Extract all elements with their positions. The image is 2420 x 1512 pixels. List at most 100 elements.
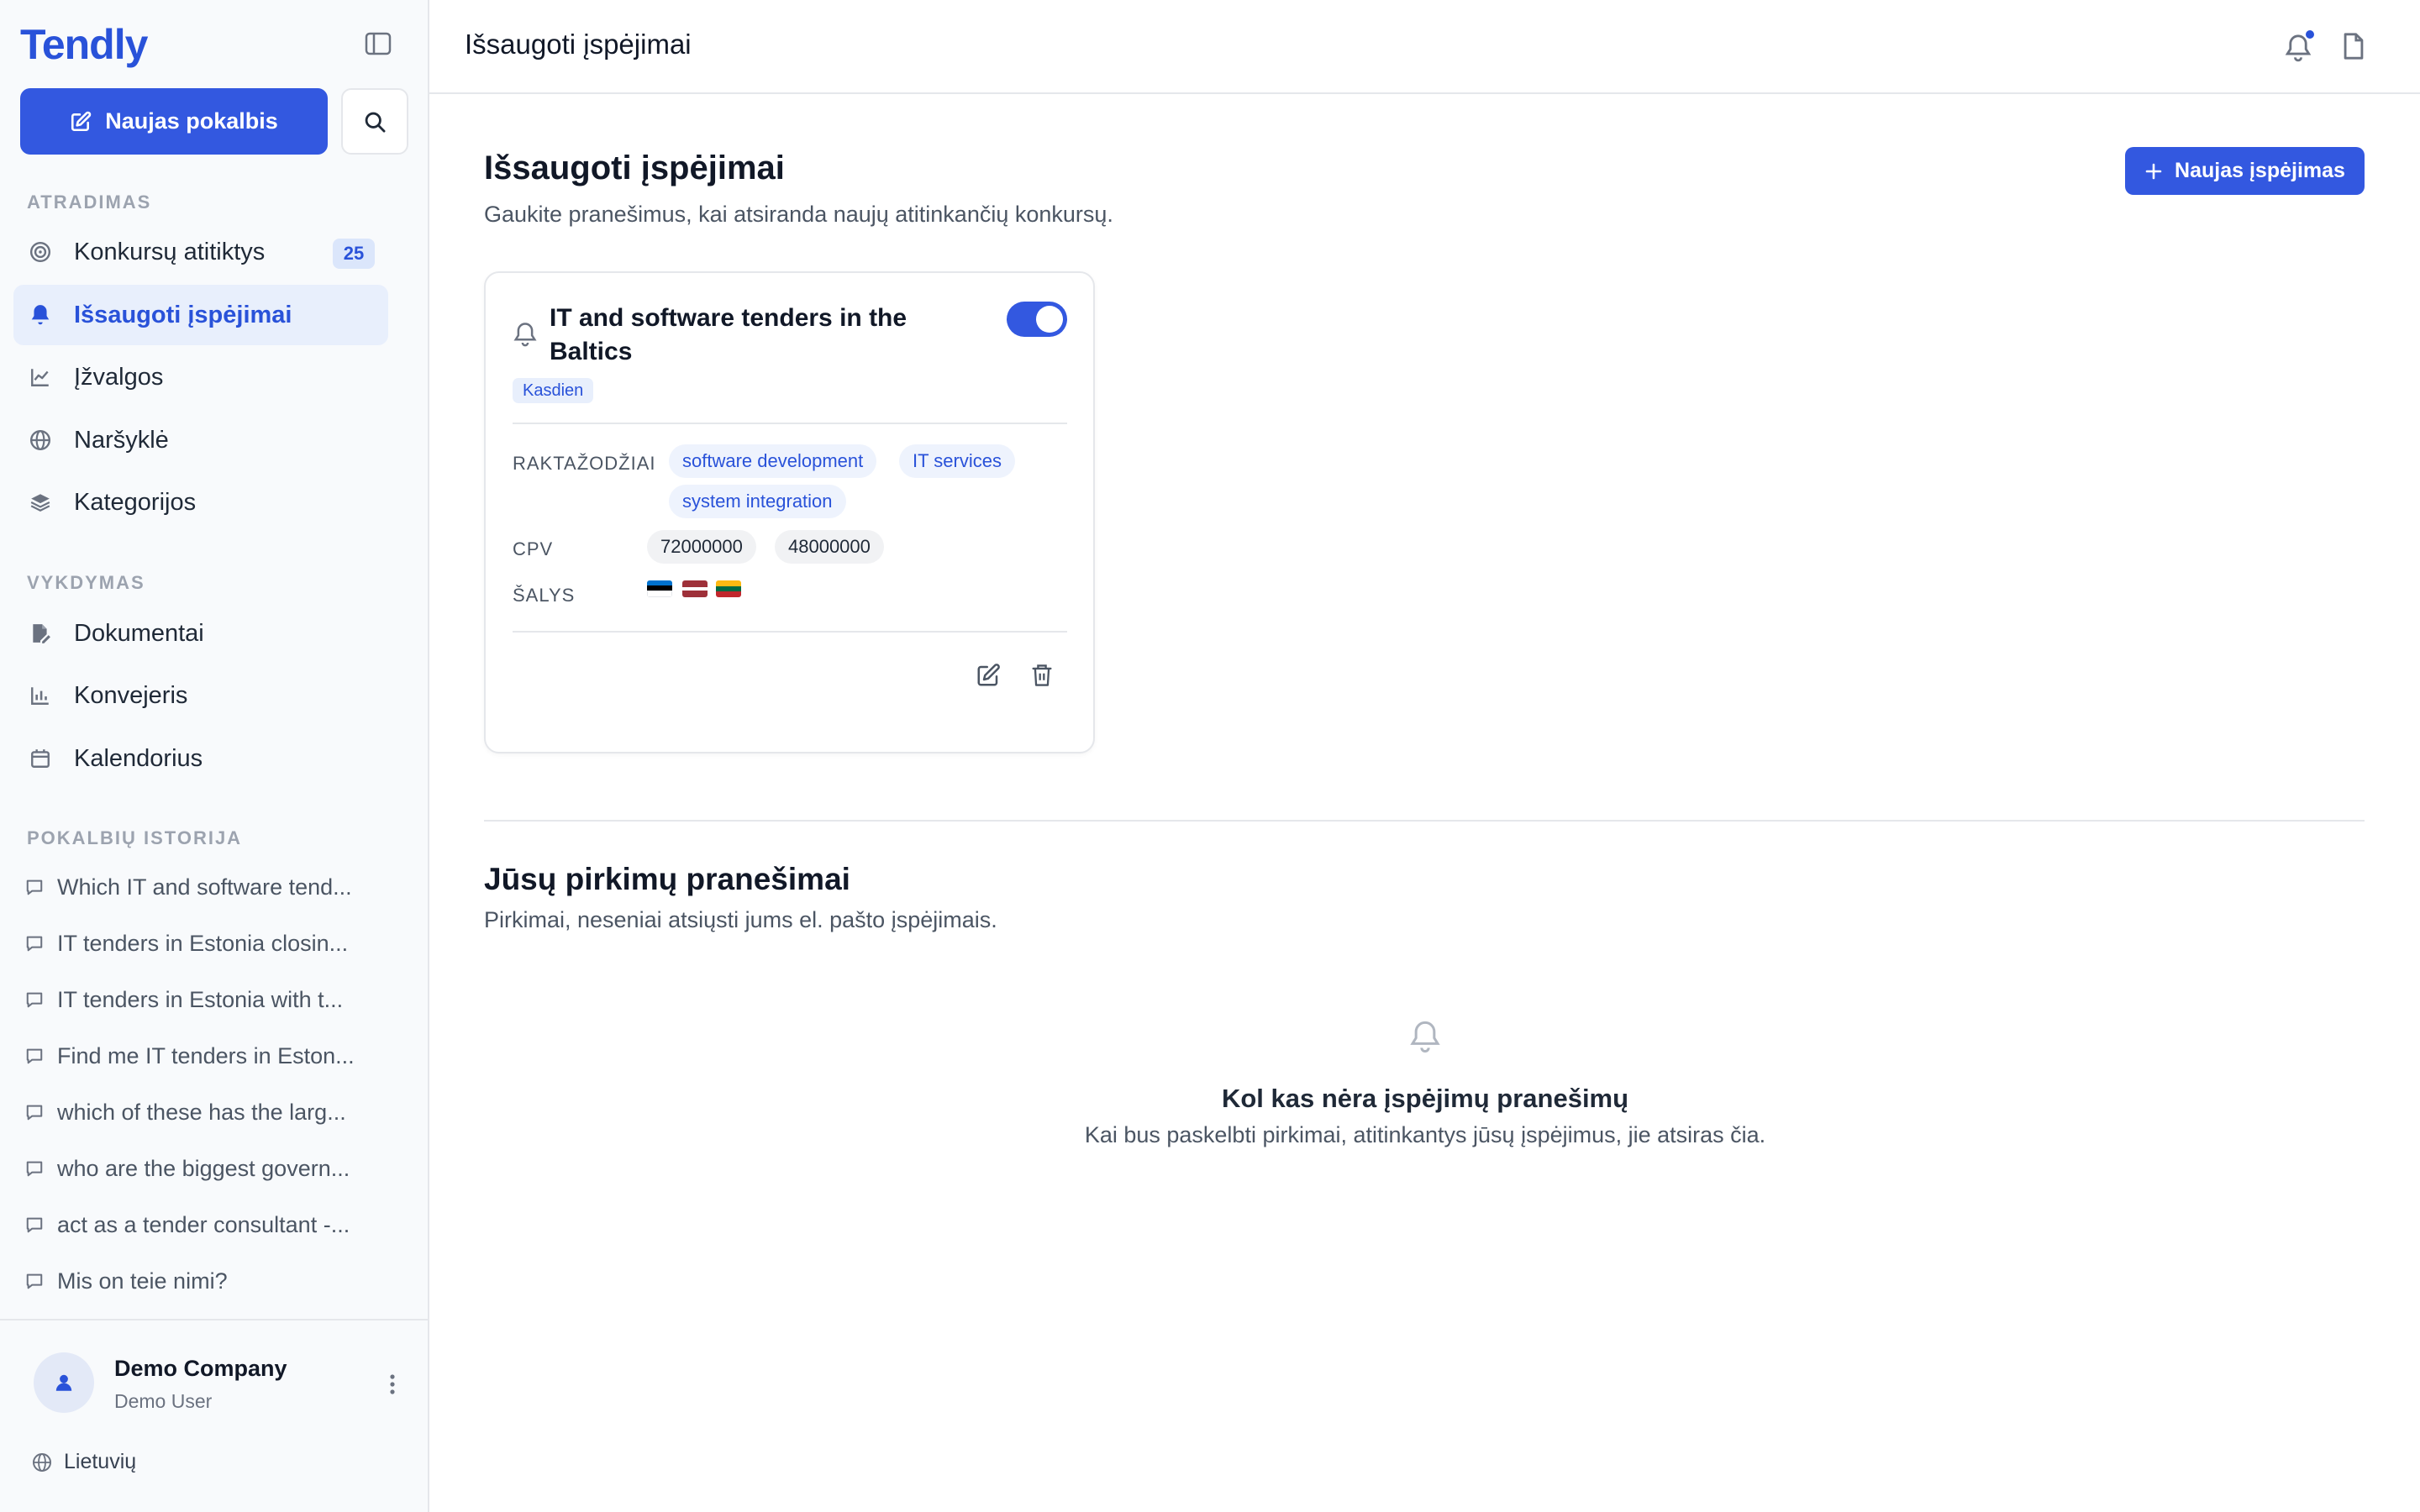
sidebar-footer-divider: [0, 1319, 429, 1320]
sidebar-item-saved-alerts[interactable]: Išsaugoti įspėjimai: [13, 285, 388, 345]
history-item-label: Find me IT tenders in Eston...: [57, 1042, 355, 1068]
search-icon: [365, 112, 386, 132]
history-item-label: Which IT and software tend...: [57, 874, 352, 900]
keyword-chip: software development: [669, 444, 877, 478]
sidebar-item-tender-matches[interactable]: Konkursų atitiktys 25: [13, 222, 388, 282]
chat-bubble-icon: [25, 1102, 45, 1122]
sidebar-item-browser[interactable]: Naršyklė: [13, 410, 388, 470]
keyword-chip: system integration: [669, 485, 846, 518]
avatar[interactable]: [34, 1352, 94, 1413]
notifications-button[interactable]: [2284, 29, 2317, 64]
alert-enabled-toggle[interactable]: [1007, 302, 1067, 337]
page-subtitle: Gaukite pranešimus, kai atsiranda naujų …: [484, 202, 1113, 227]
sidebar-item-label: Kalendorius: [74, 744, 203, 772]
account-menu-button[interactable]: [380, 1369, 405, 1399]
history-item[interactable]: Mis on teie nimi?: [25, 1257, 395, 1305]
pencil-square-icon: [71, 111, 92, 131]
new-alert-button[interactable]: Naujas įspėjimas: [2125, 147, 2365, 195]
history-item-label: IT tenders in Estonia with t...: [57, 986, 344, 1012]
sidebar-panel-icon: [365, 32, 392, 55]
chat-bubble-icon: [25, 1215, 45, 1235]
keywords-label: RAKTAŽODŽIAI: [513, 453, 656, 474]
card-divider: [513, 423, 1067, 424]
chat-bubble-icon: [25, 1046, 45, 1066]
edit-alert-button[interactable]: [976, 663, 1004, 691]
chat-bubble-icon: [25, 1271, 45, 1291]
bell-icon: [29, 303, 52, 327]
toggle-knob: [1036, 306, 1063, 333]
sidebar-item-label: Kategorijos: [74, 488, 197, 516]
new-chat-button[interactable]: Naujas pokalbis: [20, 88, 328, 155]
globe-icon: [33, 1452, 51, 1472]
edit-icon: [977, 664, 1000, 686]
company-name: Demo Company: [114, 1356, 287, 1381]
section-label-discovery: ATRADIMAS: [27, 192, 152, 213]
sidebar: Tendly Naujas pokalbis ATRADIMAS Konkurs…: [0, 0, 429, 1512]
history-item[interactable]: IT tenders in Estonia with t...: [25, 976, 395, 1023]
documents-button[interactable]: [2341, 32, 2371, 64]
layers-icon: [29, 491, 52, 514]
history-item-label: act as a tender consultant -...: [57, 1211, 350, 1237]
calendar-icon: [29, 747, 52, 770]
sidebar-item-label: Konkursų atitiktys: [74, 238, 266, 265]
globe-icon: [29, 428, 52, 452]
sidebar-item-label: Konvejeris: [74, 681, 188, 709]
target-icon: [29, 240, 52, 264]
top-bar: Išsaugoti įspėjimai: [429, 0, 2420, 94]
section-label-execution: VYKDYMAS: [27, 572, 145, 593]
search-button[interactable]: [341, 88, 408, 155]
frequency-badge: Kasdien: [513, 378, 594, 403]
empty-state-subtitle: Kai bus paskelbti pirkimai, atitinkantys…: [1084, 1122, 1766, 1147]
user-icon: [55, 1374, 72, 1391]
sidebar-toggle-button[interactable]: [365, 32, 398, 62]
sidebar-item-label: Išsaugoti įspėjimai: [74, 301, 292, 328]
bell-icon: [1410, 1021, 1440, 1053]
sidebar-item-documents[interactable]: Dokumentai: [13, 603, 388, 664]
plus-icon: [2145, 163, 2162, 179]
alert-card: IT and software tenders in the Baltics K…: [484, 271, 1095, 753]
keyword-chip: IT services: [899, 444, 1015, 478]
empty-state-title: Kol kas nėra įspėjimų pranešimų: [1221, 1084, 1629, 1113]
history-item-label: who are the biggest govern...: [57, 1155, 350, 1181]
cpv-label: CPV: [513, 538, 554, 559]
sidebar-item-calendar[interactable]: Kalendorius: [13, 728, 388, 789]
latvia-flag-icon: [682, 580, 708, 597]
notifications-title: Jūsų pirkimų pranešimai: [484, 862, 850, 896]
estonia-flag-icon: [647, 580, 672, 597]
countries-label: ŠALYS: [513, 585, 576, 606]
history-item-label: Mis on teie nimi?: [57, 1268, 228, 1294]
notifications-subtitle: Pirkimai, neseniai atsiųsti jums el. paš…: [484, 907, 997, 932]
bar-chart-icon: [29, 684, 52, 707]
sidebar-item-label: Naršyklė: [74, 426, 169, 454]
more-vertical-icon: [390, 1374, 395, 1394]
language-label: Lietuvių: [64, 1450, 137, 1473]
history-item-label: which of these has the larg...: [57, 1099, 346, 1125]
trash-icon: [1032, 664, 1052, 686]
delete-alert-button[interactable]: [1030, 663, 1059, 691]
cpv-code-chip: 48000000: [775, 530, 884, 564]
sidebar-item-label: Dokumentai: [74, 619, 204, 647]
chat-bubble-icon: [25, 877, 45, 897]
sidebar-item-insights[interactable]: Įžvalgos: [13, 347, 388, 407]
language-selector[interactable]: Lietuvių: [32, 1450, 136, 1474]
app-logo[interactable]: Tendly: [20, 20, 148, 69]
section-label-history: POKALBIŲ ISTORIJA: [27, 827, 243, 848]
history-item[interactable]: act as a tender consultant -...: [25, 1201, 395, 1248]
new-alert-label: Naujas įspėjimas: [2175, 159, 2345, 182]
history-item[interactable]: IT tenders in Estonia closin...: [25, 920, 395, 967]
history-item[interactable]: which of these has the larg...: [25, 1089, 395, 1136]
sidebar-item-pipeline[interactable]: Konvejeris: [13, 665, 388, 726]
top-bar-title: Išsaugoti įspėjimai: [465, 29, 692, 60]
cpv-code-chip: 72000000: [647, 530, 756, 564]
chat-bubble-icon: [25, 1158, 45, 1179]
alert-title: IT and software tenders in the Baltics: [550, 304, 908, 365]
file-edit-icon: [29, 622, 52, 645]
history-item[interactable]: who are the biggest govern...: [25, 1145, 395, 1192]
history-item[interactable]: Find me IT tenders in Eston...: [25, 1032, 395, 1079]
new-chat-label: Naujas pokalbis: [105, 108, 278, 134]
history-item-label: IT tenders in Estonia closin...: [57, 930, 349, 956]
card-divider: [513, 631, 1067, 633]
history-item[interactable]: Which IT and software tend...: [25, 864, 395, 911]
bell-icon: [513, 323, 537, 347]
sidebar-item-categories[interactable]: Kategorijos: [13, 472, 388, 533]
